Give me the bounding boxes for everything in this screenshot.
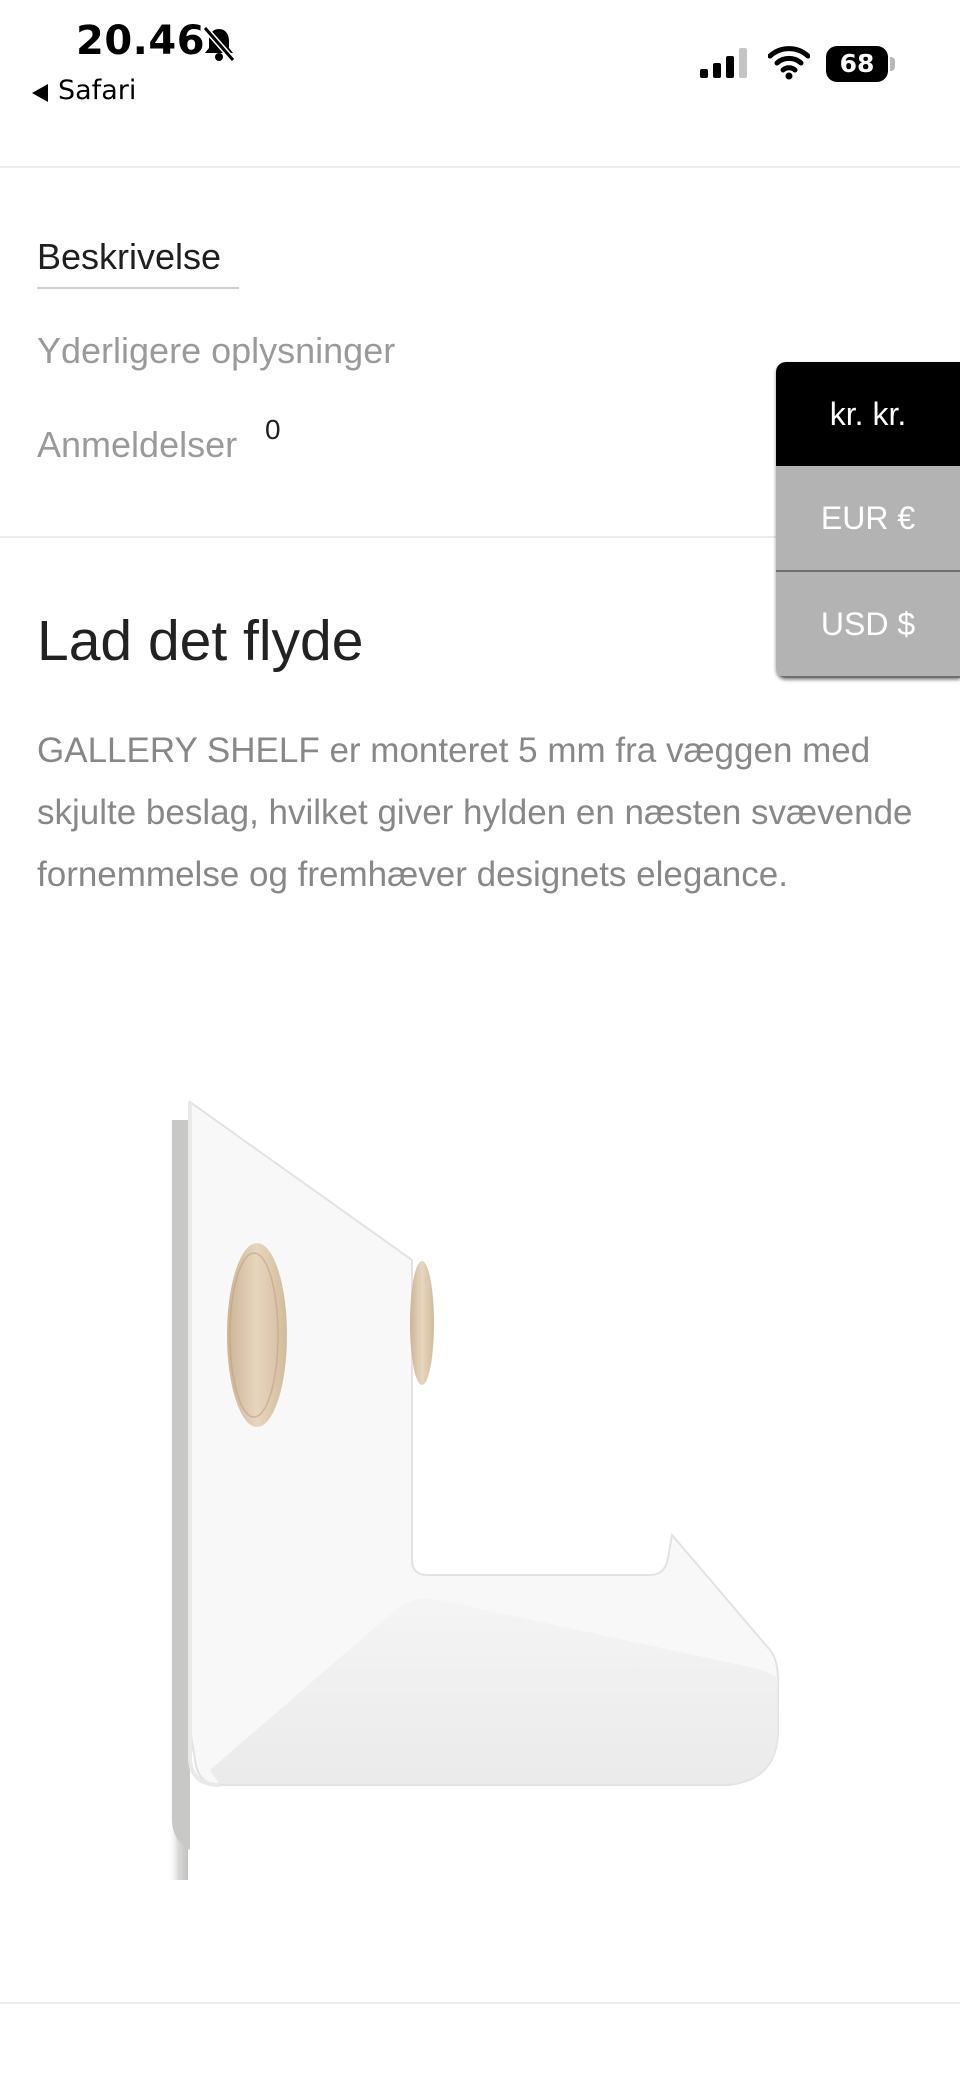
product-description: GALLERY SHELF er monteret 5 mm fra vægge…	[37, 731, 913, 894]
battery-icon: 68	[826, 46, 896, 82]
bell-slash-icon	[202, 26, 236, 62]
tab-description[interactable]: Beskrivelse	[37, 236, 221, 278]
currency-option-dkk[interactable]: kr. kr.	[776, 362, 960, 466]
tab-additional-info[interactable]: Yderligere oplysninger	[37, 330, 395, 372]
footer-divider	[0, 2002, 960, 2004]
back-to-safari-link[interactable]: Safari	[58, 75, 136, 106]
battery-tip	[890, 57, 895, 71]
page: 20.46 Safari 68 Beskrivelse Yderligere o…	[0, 0, 960, 2078]
tab-active-underline	[37, 287, 239, 289]
wifi-icon	[768, 46, 810, 80]
battery-level: 68	[839, 49, 875, 78]
product-image-shelf	[168, 1100, 779, 1880]
back-arrow-icon[interactable]	[32, 84, 48, 102]
currency-option-eur[interactable]: EUR €	[776, 466, 960, 572]
cellular-signal-icon	[700, 48, 747, 78]
tab-reviews[interactable]: Anmeldelser	[37, 424, 237, 466]
reviews-count-badge: 0	[265, 414, 281, 445]
header-divider	[0, 166, 960, 168]
currency-option-usd[interactable]: USD $	[776, 572, 960, 678]
currency-switcher: kr. kr. EUR € USD $	[776, 362, 960, 678]
status-time: 20.46	[76, 18, 206, 64]
section-heading: Lad det flyde	[37, 609, 364, 673]
